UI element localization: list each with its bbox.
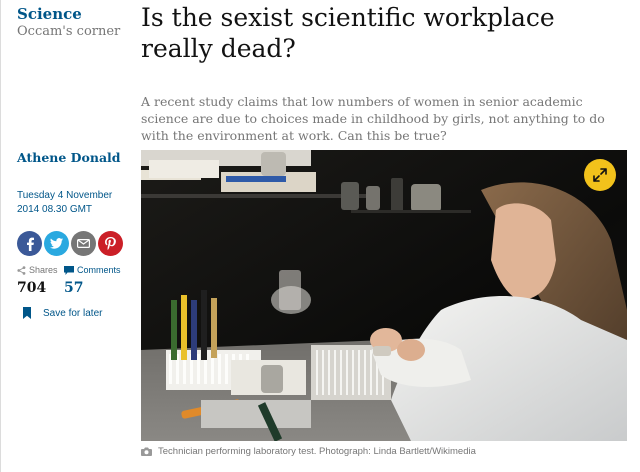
camera-icon [141,447,152,456]
caption-text: Technician performing laboratory test. P… [158,446,476,457]
facebook-icon [26,237,34,251]
author-byline[interactable]: Athene Donald [17,150,121,165]
share-email-button[interactable] [71,231,96,256]
shares-label: Shares [29,265,58,275]
image-caption: Technician performing laboratory test. P… [141,446,631,457]
date-line-1: Tuesday 4 November [17,190,113,201]
share-facebook-button[interactable] [17,231,42,256]
pinterest-icon [105,236,116,250]
save-for-later-label: Save for later [43,307,103,319]
expand-arrows-icon [593,168,607,182]
comments-stat[interactable]: Comments 57 [64,265,121,296]
article-headline: Is the sexist scientific workplace reall… [141,3,555,63]
share-pinterest-button[interactable] [98,231,123,256]
article-main-image [141,150,627,441]
shares-label-row: Shares [17,265,58,275]
section-link[interactable]: Science [17,5,129,23]
share-twitter-button[interactable] [44,231,69,256]
publication-date: Tuesday 4 November 2014 08.30 GMT [17,189,127,217]
share-icon [17,265,26,275]
shares-count: 704 [17,280,47,296]
date-line-2: 2014 08.30 GMT [17,204,93,215]
comments-label: Comments [77,265,121,275]
series-link[interactable]: Occam's corner [17,23,129,41]
article-standfirst: A recent study claims that low numbers o… [141,94,605,143]
expand-image-button[interactable] [584,159,616,191]
comments-label-row[interactable]: Comments [64,265,121,275]
comments-count[interactable]: 57 [64,280,121,296]
bookmark-icon [23,307,31,319]
left-border [0,0,1,472]
email-icon [77,239,90,248]
section-header: Science Occam's corner [17,5,129,41]
comment-icon [64,265,74,275]
share-buttons [17,231,123,256]
lab-technician-photo [141,150,627,441]
twitter-icon [50,238,63,249]
shares-stat: Shares 704 [17,265,58,296]
save-for-later-button[interactable]: Save for later [23,307,102,319]
